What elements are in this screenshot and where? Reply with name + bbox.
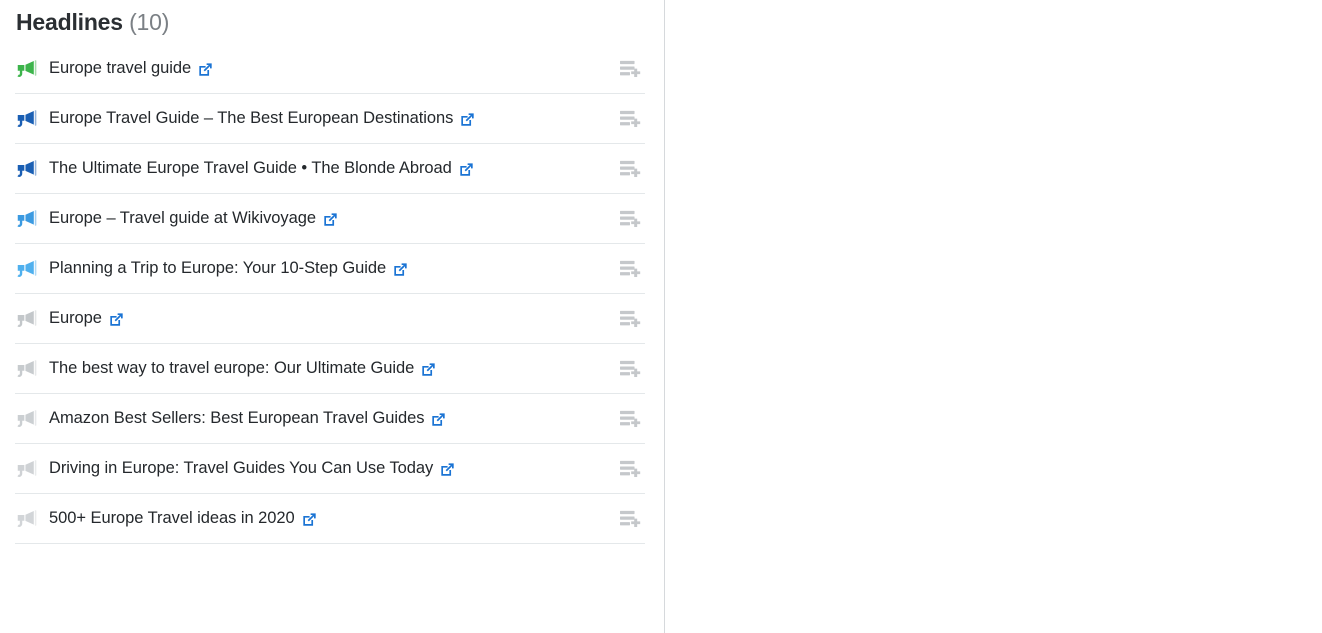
headline-label: Europe Travel Guide – The Best European …: [49, 109, 454, 127]
headlines-title: Headlines (10): [16, 9, 169, 36]
headline-row-main[interactable]: Driving in Europe: Travel Guides You Can…: [15, 458, 618, 480]
megaphone-icon: [17, 509, 37, 527]
headline-row-main[interactable]: The Ultimate Europe Travel Guide • The B…: [15, 158, 618, 180]
headline-row-main[interactable]: Europe – Travel guide at Wikivoyage: [15, 208, 618, 230]
headline-row-main[interactable]: The best way to travel europe: Our Ultim…: [15, 358, 618, 380]
headline-label: Europe travel guide: [49, 59, 192, 77]
add-to-list-icon[interactable]: [618, 409, 642, 429]
headline-row[interactable]: 500+ Europe Travel ideas in 2020: [15, 494, 645, 544]
headline-label: Planning a Trip to Europe: Your 10-Step …: [49, 259, 387, 277]
add-to-list-icon[interactable]: [618, 59, 642, 79]
add-to-list-icon[interactable]: [618, 509, 642, 529]
megaphone-icon: [17, 259, 37, 277]
headline-label: Driving in Europe: Travel Guides You Can…: [49, 459, 434, 477]
questions-panel: Questions (54) AllWhatHowWhichWhereIsSho…: [665, 0, 1322, 633]
headlines-panel: Headlines (10) Europe travel guide Europe…: [0, 0, 665, 633]
headlines-count: (10): [129, 9, 170, 35]
headline-row[interactable]: Planning a Trip to Europe: Your 10-Step …: [15, 244, 645, 294]
add-to-list-icon[interactable]: [618, 209, 642, 229]
external-link-icon[interactable]: [440, 462, 455, 477]
headline-row[interactable]: Europe – Travel guide at Wikivoyage: [15, 194, 645, 244]
external-link-icon[interactable]: [460, 112, 475, 127]
external-link-icon[interactable]: [302, 512, 317, 527]
add-to-list-icon[interactable]: [618, 109, 642, 129]
megaphone-icon: [17, 459, 37, 477]
megaphone-icon: [17, 109, 37, 127]
megaphone-icon: [17, 309, 37, 327]
headlines-title-text: Headlines: [16, 9, 123, 35]
headline-row[interactable]: Europe travel guide: [15, 44, 645, 94]
headline-row[interactable]: Amazon Best Sellers: Best European Trave…: [15, 394, 645, 444]
headline-row[interactable]: Europe: [15, 294, 645, 344]
headline-label: The Ultimate Europe Travel Guide • The B…: [49, 159, 452, 177]
add-to-list-icon[interactable]: [618, 359, 642, 379]
headline-row[interactable]: Europe Travel Guide – The Best European …: [15, 94, 645, 144]
headline-label: 500+ Europe Travel ideas in 2020: [49, 509, 295, 527]
headline-row[interactable]: Driving in Europe: Travel Guides You Can…: [15, 444, 645, 494]
add-to-list-icon[interactable]: [618, 459, 642, 479]
external-link-icon[interactable]: [323, 212, 338, 227]
headline-row-main[interactable]: Amazon Best Sellers: Best European Trave…: [15, 408, 618, 430]
headline-row[interactable]: The best way to travel europe: Our Ultim…: [15, 344, 645, 394]
headline-row-main[interactable]: Europe travel guide: [15, 58, 618, 80]
headline-row[interactable]: The Ultimate Europe Travel Guide • The B…: [15, 144, 645, 194]
headline-row-main[interactable]: Planning a Trip to Europe: Your 10-Step …: [15, 258, 618, 280]
headline-row-main[interactable]: Europe: [15, 308, 618, 330]
external-link-icon[interactable]: [198, 62, 213, 77]
add-to-list-icon[interactable]: [618, 309, 642, 329]
megaphone-icon: [17, 159, 37, 177]
headline-label: Europe: [49, 309, 102, 327]
megaphone-icon: [17, 59, 37, 77]
external-link-icon[interactable]: [431, 412, 446, 427]
headlines-header: Headlines (10): [16, 9, 169, 36]
app-root: Headlines (10) Europe travel guide Europe…: [0, 0, 1322, 633]
add-to-list-icon[interactable]: [618, 159, 642, 179]
add-to-list-icon[interactable]: [618, 259, 642, 279]
headline-label: Europe – Travel guide at Wikivoyage: [49, 209, 316, 227]
headlines-list: Europe travel guide Europe Travel Guide –…: [15, 44, 645, 544]
external-link-icon[interactable]: [459, 162, 474, 177]
headline-label: The best way to travel europe: Our Ultim…: [49, 359, 415, 377]
megaphone-icon: [17, 409, 37, 427]
external-link-icon[interactable]: [109, 312, 124, 327]
megaphone-icon: [17, 209, 37, 227]
headline-row-main[interactable]: 500+ Europe Travel ideas in 2020: [15, 508, 618, 530]
headline-row-main[interactable]: Europe Travel Guide – The Best European …: [15, 108, 618, 130]
megaphone-icon: [17, 359, 37, 377]
external-link-icon[interactable]: [393, 262, 408, 277]
headline-label: Amazon Best Sellers: Best European Trave…: [49, 409, 425, 427]
external-link-icon[interactable]: [421, 362, 436, 377]
